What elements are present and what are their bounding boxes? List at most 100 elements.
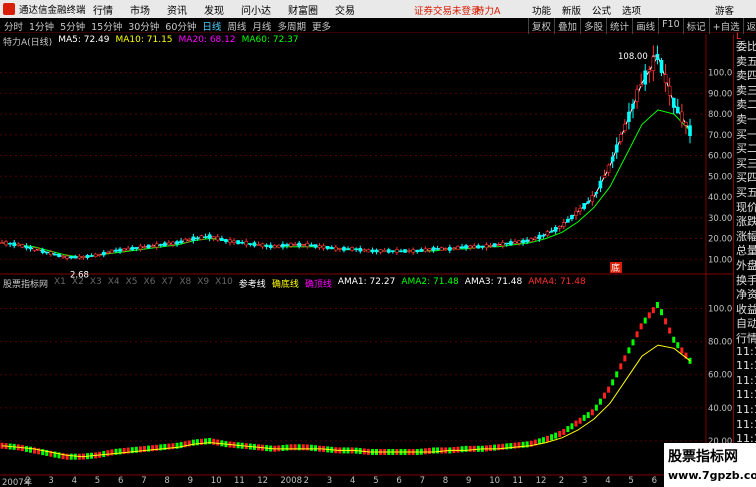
date-axis-label: 7 <box>141 476 147 486</box>
candle-body <box>684 122 688 126</box>
candle-body <box>643 70 648 85</box>
series-line-ma5 <box>1 54 691 258</box>
quote-panel-item: 11:1 <box>736 344 756 358</box>
candle-body <box>289 242 293 247</box>
candle-body <box>586 201 591 204</box>
candle-body <box>549 230 554 233</box>
candle-body <box>435 248 440 250</box>
date-axis-label: 7 <box>419 476 426 486</box>
price-axis-tick: 30.00 <box>708 214 732 224</box>
sub-indicator-bar <box>672 336 676 343</box>
candle-body <box>158 244 163 246</box>
candle-body <box>574 210 578 216</box>
candle-body <box>492 243 497 248</box>
date-axis-label: 5 <box>94 476 101 486</box>
candle-body <box>36 249 41 251</box>
candle-body <box>578 208 582 212</box>
candle-body <box>663 74 668 83</box>
candle-body <box>228 239 232 243</box>
candle-body <box>24 245 29 249</box>
candle-body <box>521 239 525 244</box>
date-axis-label: 3 <box>48 476 54 486</box>
candle-body <box>517 240 521 244</box>
candle-body <box>49 251 53 255</box>
candle-body <box>40 249 45 253</box>
sub-indicator-bar <box>647 312 651 319</box>
quote-panel-item: 11:1 <box>736 373 756 387</box>
candle-body <box>582 203 586 209</box>
candle-body <box>285 244 289 247</box>
quote-panel-item: 委比 <box>736 40 756 53</box>
date-axis-label: 9 <box>187 476 194 486</box>
sub-indicator-bar <box>590 409 594 416</box>
sub-indicator-bar <box>619 363 623 370</box>
date-axis-label: 11 <box>512 476 524 486</box>
candle-body <box>623 123 627 131</box>
candle-body <box>183 238 187 243</box>
candle-body <box>309 244 314 247</box>
quote-panel-item: 买三 <box>736 156 756 170</box>
candle-body <box>541 234 546 237</box>
price-axis-tick: 10.00 <box>708 255 732 265</box>
candle-body <box>614 144 619 153</box>
sub-indicator-bar <box>554 432 558 439</box>
candle-body <box>187 238 192 241</box>
price-axis-tick: 60.00 <box>708 152 732 162</box>
candle-body <box>122 248 126 251</box>
quote-panel-item: 换手 <box>736 273 756 287</box>
sub-indicator-bar <box>427 447 431 454</box>
sub-indicator-bar <box>582 414 586 421</box>
candle-body <box>44 251 49 254</box>
sub-indicator-bar <box>216 439 220 446</box>
sub-indicator-bar <box>313 445 317 452</box>
candle-body <box>0 242 4 244</box>
sub-indicator-bar <box>680 347 684 354</box>
price-axis-tick: 100.0 <box>708 69 732 79</box>
candle-body <box>130 246 135 251</box>
candle-body <box>358 247 363 252</box>
candle-body <box>195 237 200 240</box>
quote-panel-item: 卖三 <box>736 83 756 97</box>
candle-body <box>350 247 354 251</box>
candle-body <box>101 251 106 256</box>
quote-panel-item[interactable]: 行情 <box>736 330 756 346</box>
sub-indicator-bar <box>305 444 309 451</box>
candle-body <box>69 256 74 259</box>
candle-body <box>179 240 183 244</box>
candle-body <box>248 243 253 245</box>
date-axis-label: 8 <box>442 476 449 486</box>
candle-body <box>325 245 330 250</box>
candle-body <box>203 236 208 238</box>
date-axis-label: 2 <box>558 476 565 486</box>
candle-body <box>680 111 684 123</box>
candle-body <box>533 237 538 240</box>
sub-axis-tick: 80.00 <box>708 338 732 348</box>
quote-panel-item[interactable]: 自动 <box>736 315 756 331</box>
candle-body <box>631 103 635 109</box>
quote-panel-item: 11:1 <box>736 359 756 373</box>
candle-body <box>395 249 399 253</box>
series-line-ma60 <box>1 109 691 258</box>
candle-body <box>106 251 110 254</box>
date-axis-label: 11 <box>234 476 245 486</box>
price-axis-tick: 70.00 <box>708 131 732 141</box>
kline-chart[interactable]: 108.00 2.68 底 100.0 90.00 80.00 70.00 60.00 50.… <box>0 0 733 487</box>
back-button[interactable]: 返回 <box>742 18 756 34</box>
sub-indicator-bar <box>611 379 615 386</box>
quote-panel-item: 涨跌 <box>736 215 756 229</box>
sub-indicator-line <box>1 344 691 458</box>
sub-indicator-bar <box>643 317 647 324</box>
candle-body <box>150 245 155 248</box>
candle-body <box>391 250 395 253</box>
sub-axis-tick: 60.00 <box>708 371 732 381</box>
sub-indicator-bar <box>688 357 692 364</box>
sub-indicator-bar <box>627 347 631 354</box>
candle-body <box>448 247 452 251</box>
candle-body <box>138 245 143 250</box>
candle-body <box>4 241 8 246</box>
candle-body <box>142 246 147 249</box>
candle-body <box>57 253 61 257</box>
candle-body <box>362 249 367 252</box>
date-axis-label: 4 <box>350 476 356 486</box>
low-price-label: 2.68 <box>70 270 89 280</box>
